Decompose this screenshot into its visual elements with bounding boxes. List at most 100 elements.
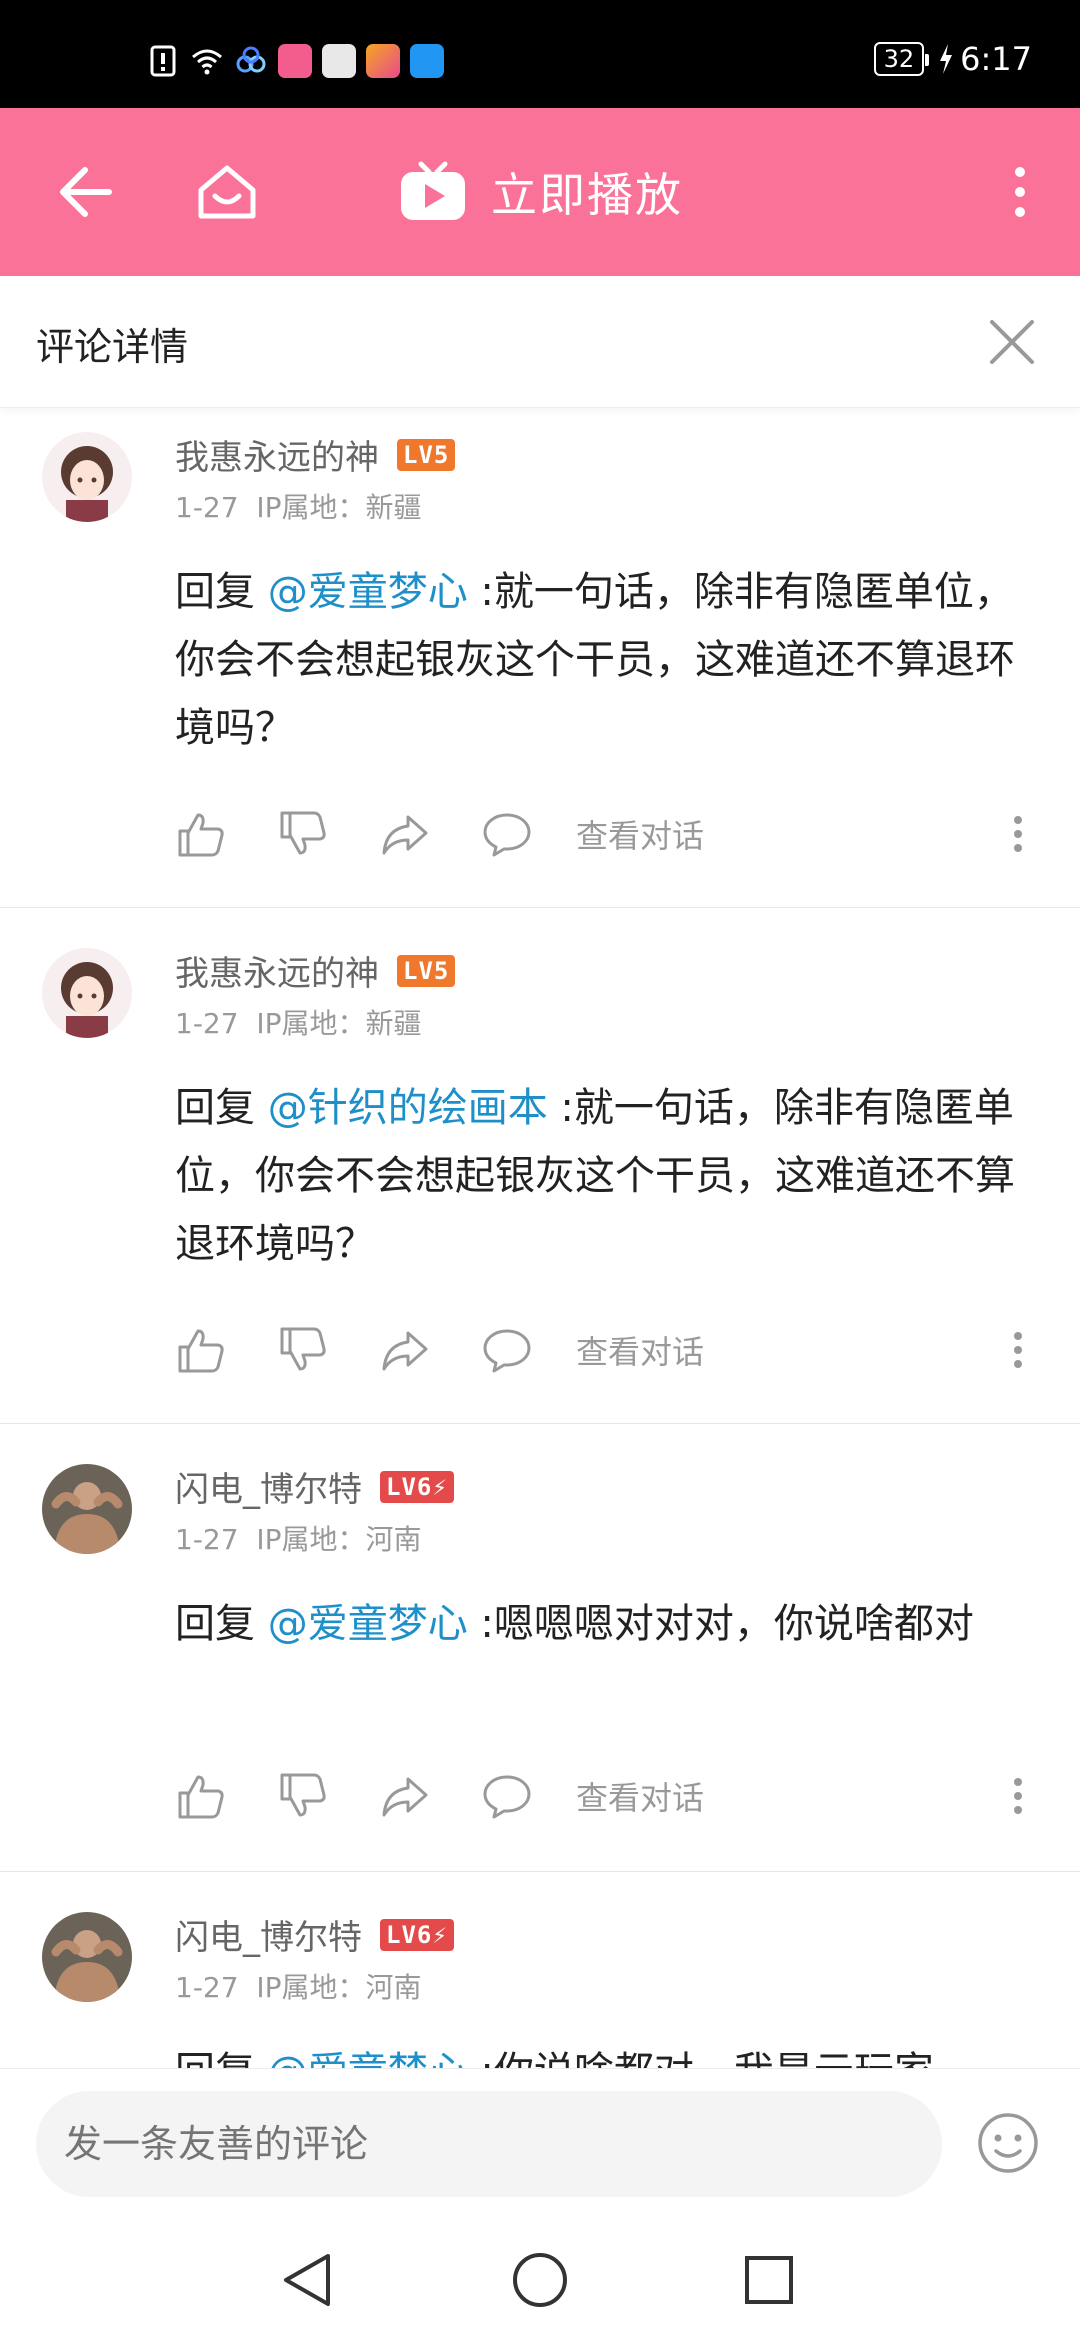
cloud-app-icon xyxy=(236,46,266,73)
comment-actions: 查看对话 xyxy=(172,1320,704,1380)
sim-alert-icon xyxy=(150,45,176,77)
comment-date: 1-27 xyxy=(175,1971,239,2004)
nav-home-button[interactable] xyxy=(495,2240,585,2320)
dislike-button[interactable] xyxy=(274,1321,332,1379)
view-conversation-link[interactable]: 查看对话 xyxy=(576,1773,704,1819)
comment-bubble-icon xyxy=(483,1329,531,1373)
avatar[interactable] xyxy=(42,948,132,1038)
like-button[interactable] xyxy=(172,1767,230,1825)
more-vertical-icon xyxy=(1014,1778,1022,1814)
name-row: 我惠永远的神 LV5 xyxy=(175,946,456,995)
status-icons xyxy=(146,44,444,78)
notes-app-icon xyxy=(322,44,356,78)
comment-content: :嗯嗯嗯对对对，你说啥都对 xyxy=(467,1601,974,1647)
name-row: 我惠永远的神 LV5 xyxy=(175,430,456,479)
comment-text: 回复 @针织的绘画本 :就一句话，除非有隐匿单位，你会不会想起银灰这个干员，这难… xyxy=(175,1074,1037,1278)
photo-avatar-icon xyxy=(42,1464,132,1554)
triangle-back-icon xyxy=(284,2254,330,2306)
comment-more-button[interactable] xyxy=(998,1766,1038,1826)
anime-avatar-icon xyxy=(42,432,132,522)
play-now-button[interactable]: 立即播放 xyxy=(0,108,1080,276)
comment-bubble-icon xyxy=(483,813,531,857)
nav-back-button[interactable] xyxy=(262,2240,352,2320)
username[interactable]: 我惠永远的神 xyxy=(175,430,379,479)
share-button[interactable] xyxy=(376,1321,434,1379)
like-button[interactable] xyxy=(172,805,230,863)
sheet-title: 评论详情 xyxy=(36,325,189,369)
mention-link[interactable]: @爱童梦心 xyxy=(268,569,468,615)
close-button[interactable] xyxy=(974,304,1050,380)
reply-button[interactable] xyxy=(478,805,536,863)
app-bar: 立即播放 xyxy=(0,108,1080,276)
comment-more-button[interactable] xyxy=(998,804,1038,864)
ip-location: IP属地：河南 xyxy=(256,1523,422,1556)
reply-button[interactable] xyxy=(478,1321,536,1379)
reply-prefix: 回复 xyxy=(175,1601,268,1647)
share-icon xyxy=(382,1331,428,1371)
more-options-button[interactable] xyxy=(980,108,1060,276)
charging-icon xyxy=(940,44,953,74)
tool-app-icon xyxy=(366,44,400,78)
comment-text: 回复 @爱童梦心 :就一句话，除非有隐匿单位，你会不会想起银灰这个干员，这难道还… xyxy=(175,558,1037,762)
view-conversation-link[interactable]: 查看对话 xyxy=(576,1327,704,1373)
comment-date: 1-27 xyxy=(175,491,239,524)
comment-item: 闪电_博尔特 LV6⚡ 1-27 IP属地：河南 回复 @爱童梦心 :嗯嗯嗯对对… xyxy=(0,1424,1080,1872)
avatar[interactable] xyxy=(42,1912,132,2002)
level-badge: LV5 xyxy=(397,954,456,987)
play-now-label: 立即播放 xyxy=(491,168,683,222)
view-conversation-link[interactable]: 查看对话 xyxy=(576,811,704,857)
level-badge: LV5 xyxy=(397,438,456,471)
share-button[interactable] xyxy=(376,1767,434,1825)
share-icon xyxy=(382,815,428,855)
comment-text: 回复 @爱童梦心 :你说啥都对，我是云玩家 xyxy=(175,2038,1037,2068)
emoji-button[interactable] xyxy=(972,2107,1044,2179)
username[interactable]: 闪电_博尔特 xyxy=(175,1462,362,1511)
comment-item: 我惠永远的神 LV5 1-27 IP属地：新疆 回复 @爱童梦心 :就一句话，除… xyxy=(0,408,1080,908)
share-icon xyxy=(382,1777,428,1817)
status-right: 32 6:17 xyxy=(873,40,1032,78)
battery-indicator: 32 xyxy=(873,42,929,76)
thumbs-up-icon xyxy=(178,1329,224,1373)
comment-meta: 1-27 IP属地：新疆 xyxy=(175,1002,422,1042)
dislike-button[interactable] xyxy=(274,1767,332,1825)
square-recents-icon xyxy=(745,2256,793,2304)
share-button[interactable] xyxy=(376,805,434,863)
name-row: 闪电_博尔特 LV6⚡ xyxy=(175,1910,454,1959)
mention-link[interactable]: @爱童梦心 xyxy=(268,2049,468,2068)
search-app-icon xyxy=(410,44,444,78)
thumbs-down-icon xyxy=(280,1327,326,1371)
comment-list[interactable]: 我惠永远的神 LV5 1-27 IP属地：新疆 回复 @爱童梦心 :就一句话，除… xyxy=(0,408,1080,2068)
ip-location: IP属地：河南 xyxy=(256,1971,422,2004)
photo-avatar-icon xyxy=(42,1912,132,2002)
comment-date: 1-27 xyxy=(175,1007,239,1040)
comment-actions: 查看对话 xyxy=(172,1766,704,1826)
nav-recents-button[interactable] xyxy=(724,2240,814,2320)
level-badge: LV6⚡ xyxy=(380,1470,454,1503)
comment-input[interactable] xyxy=(36,2091,942,2197)
comment-more-button[interactable] xyxy=(998,1320,1038,1380)
comment-item: 我惠永远的神 LV5 1-27 IP属地：新疆 回复 @针织的绘画本 :就一句话… xyxy=(0,908,1080,1424)
more-vertical-icon xyxy=(1014,1332,1022,1368)
thumbs-up-icon xyxy=(178,813,224,857)
mention-link[interactable]: @针织的绘画本 xyxy=(268,1085,548,1131)
more-vertical-icon xyxy=(1015,167,1025,217)
thumbs-up-icon xyxy=(178,1775,224,1819)
bilibili-app-icon xyxy=(278,44,312,78)
clock: 6:17 xyxy=(960,40,1032,78)
reply-prefix: 回复 xyxy=(175,2049,268,2068)
comment-content: :你说啥都对，我是云玩家 xyxy=(468,2049,934,2068)
dislike-button[interactable] xyxy=(274,805,332,863)
mention-link[interactable]: @爱童梦心 xyxy=(268,1601,468,1647)
username[interactable]: 我惠永远的神 xyxy=(175,946,379,995)
comment-detail-header: 评论详情 xyxy=(0,276,1080,408)
avatar[interactable] xyxy=(42,432,132,522)
comment-bubble-icon xyxy=(483,1775,531,1819)
ip-location: IP属地：新疆 xyxy=(256,1007,422,1040)
reply-button[interactable] xyxy=(478,1767,536,1825)
username[interactable]: 闪电_博尔特 xyxy=(175,1910,362,1959)
avatar[interactable] xyxy=(42,1464,132,1554)
close-icon xyxy=(990,320,1034,364)
like-button[interactable] xyxy=(172,1321,230,1379)
tv-play-icon xyxy=(401,161,465,220)
circle-home-icon xyxy=(513,2253,567,2307)
